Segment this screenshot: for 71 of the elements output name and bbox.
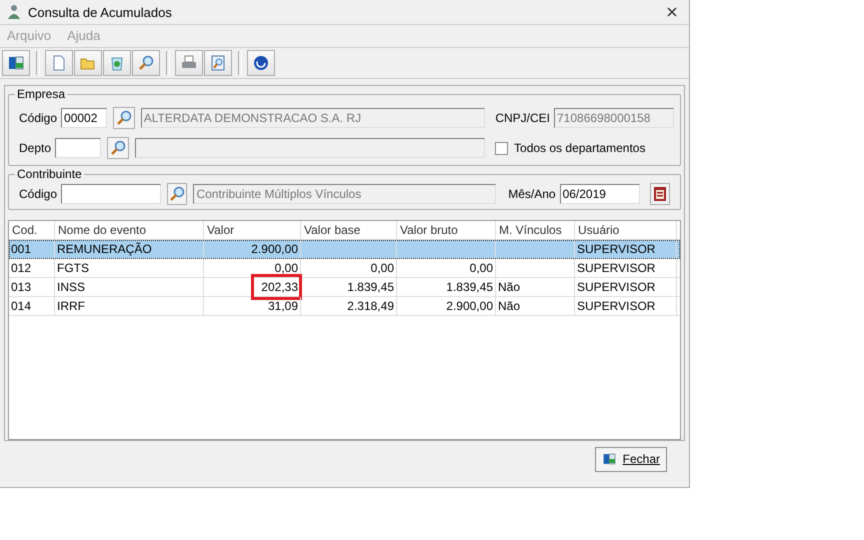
depto-field[interactable] bbox=[55, 138, 102, 158]
close-icon[interactable] bbox=[667, 7, 677, 17]
table-cell-text: 001 bbox=[11, 241, 32, 258]
table-cell-text: SUPERVISOR bbox=[577, 279, 656, 296]
empresa-name-field[interactable]: ALTERDATA DEMONSTRACAO S.A. RJ bbox=[140, 108, 486, 128]
app-icon bbox=[6, 4, 22, 20]
table-cell-text: SUPERVISOR bbox=[577, 298, 656, 315]
table-cell-text: 1.839,45 bbox=[446, 279, 493, 296]
column-header[interactable]: M. Vínculos bbox=[496, 221, 575, 239]
table-cell-text: Não bbox=[498, 279, 520, 296]
table-cell-text: SUPERVISOR bbox=[577, 260, 656, 277]
column-header[interactable]: Usuário bbox=[575, 221, 677, 239]
table-cell-text: 1.839,45 bbox=[347, 279, 394, 296]
table-row[interactable]: 014 IRRF 31,09 2.318,49 2.900,00 Não SUPERVISOR bbox=[9, 297, 680, 316]
table-row[interactable]: 001 REMUNERAÇÃO 2.900,00 SUPERVISOR bbox=[9, 240, 680, 259]
table-row[interactable]: 013 INSS 202,33 1.839,45 1.839,45 Não SUPERVISOR bbox=[9, 278, 680, 297]
group-legend: Empresa bbox=[15, 87, 68, 101]
column-header[interactable]: Valor bruto bbox=[397, 221, 496, 239]
field-label: Código bbox=[19, 187, 58, 201]
column-header[interactable]: Valor base bbox=[301, 221, 397, 239]
table-cell-text: 31,09 bbox=[268, 298, 298, 315]
table-cell-text: INSS bbox=[57, 279, 86, 296]
field-label: Depto bbox=[19, 141, 52, 155]
contribuinte-name-field[interactable]: Contribuinte Múltiplos Vínculos bbox=[193, 184, 496, 204]
field-label: Mês/Ano bbox=[508, 187, 556, 201]
column-header[interactable]: Valor bbox=[204, 221, 301, 239]
month-year-field[interactable]: 06/2019 bbox=[560, 184, 640, 204]
close-button[interactable]: Fechar bbox=[595, 446, 667, 472]
table-cell-text: 2.318,49 bbox=[347, 298, 394, 315]
table-cell-text: 2.900,00 bbox=[446, 298, 493, 315]
search-button[interactable] bbox=[107, 137, 130, 159]
table-cell-text: Não bbox=[498, 298, 520, 315]
recycle-button[interactable] bbox=[103, 50, 131, 76]
print-button[interactable] bbox=[175, 50, 203, 76]
preview-button[interactable] bbox=[204, 50, 232, 76]
exit-button[interactable] bbox=[2, 50, 30, 76]
group-legend: Contribuinte bbox=[15, 167, 84, 181]
table-cell-text: 0,00 bbox=[370, 260, 394, 277]
cnpj-field[interactable]: 71086698000158 bbox=[554, 108, 674, 128]
search-button[interactable] bbox=[113, 107, 135, 129]
column-header[interactable]: Cod. bbox=[9, 221, 55, 239]
door-icon bbox=[7, 54, 25, 72]
help-icon bbox=[252, 54, 270, 72]
column-header[interactable]: Nome do evento bbox=[55, 221, 204, 239]
table-cell-text: 2.900,00 bbox=[251, 241, 298, 258]
codigo-field[interactable]: 00002 bbox=[61, 108, 108, 128]
search-button[interactable] bbox=[167, 183, 188, 205]
table-cell-text: 014 bbox=[11, 298, 32, 315]
depto-name-field[interactable] bbox=[135, 138, 486, 158]
table-cell-text: REMUNERAÇÃO bbox=[57, 241, 152, 258]
table-cell-text: FGTS bbox=[57, 260, 89, 277]
checkbox[interactable] bbox=[495, 142, 508, 154]
search-button[interactable] bbox=[132, 50, 160, 76]
table-cell-text: IRRF bbox=[57, 298, 85, 315]
field-label: Código bbox=[19, 111, 58, 125]
field-label: CNPJ/CEI bbox=[495, 111, 550, 125]
help-button[interactable] bbox=[247, 50, 275, 76]
checkbox-label: Todos os departamentos bbox=[514, 141, 646, 155]
table-cell-text: 013 bbox=[11, 279, 32, 296]
open-button[interactable] bbox=[74, 50, 102, 76]
table-cell-text: 0,00 bbox=[470, 260, 493, 277]
table-cell-text: SUPERVISOR bbox=[577, 241, 656, 258]
table-row[interactable]: 012 FGTS 0,00 0,00 0,00 SUPERVISOR bbox=[9, 259, 680, 278]
calendar-button[interactable] bbox=[650, 183, 670, 205]
preview-icon bbox=[209, 54, 227, 72]
new-button[interactable] bbox=[45, 50, 73, 76]
codigo-field[interactable] bbox=[61, 184, 162, 204]
table-cell-text: 012 bbox=[11, 260, 32, 277]
search-icon bbox=[137, 54, 155, 72]
table-cell-text: 0,00 bbox=[274, 260, 298, 277]
window-title: Consulta de Acumulados bbox=[28, 4, 173, 20]
